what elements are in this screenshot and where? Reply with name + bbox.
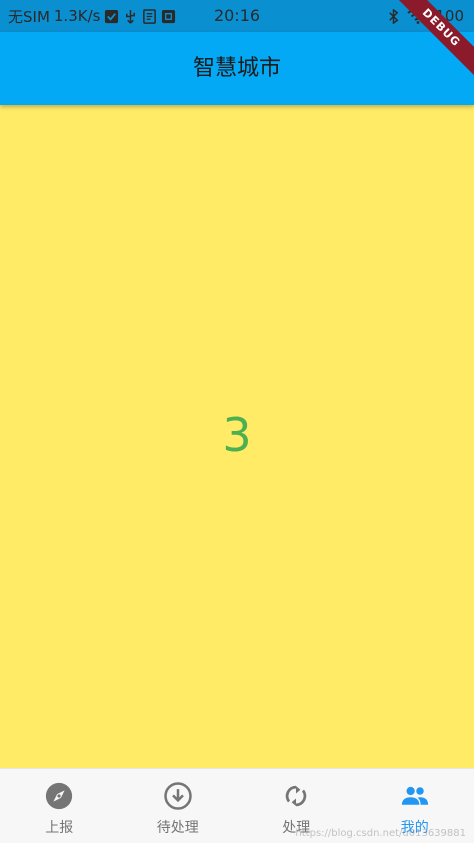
page-title: 智慧城市 [0,32,474,105]
compass-icon [44,781,74,811]
nav-item-pending[interactable]: 待处理 [119,769,238,843]
people-icon [400,781,430,811]
bottom-navigation: 上报 待处理 处理 我的 https://blog.csdn.net/u0136… [0,768,474,843]
watermark-text: https://blog.csdn.net/u013639881 [295,828,466,839]
sync-icon [281,781,311,811]
bluetooth-icon [386,9,401,24]
download-circle-icon [163,781,193,811]
tab-index-number: 3 [0,405,474,465]
nav-label-report: 上报 [45,817,73,837]
nav-label-pending: 待处理 [157,817,199,837]
nav-item-report[interactable]: 上报 [0,769,119,843]
content-area: 3 [0,105,474,768]
app-bar: 智慧城市 [0,32,474,105]
